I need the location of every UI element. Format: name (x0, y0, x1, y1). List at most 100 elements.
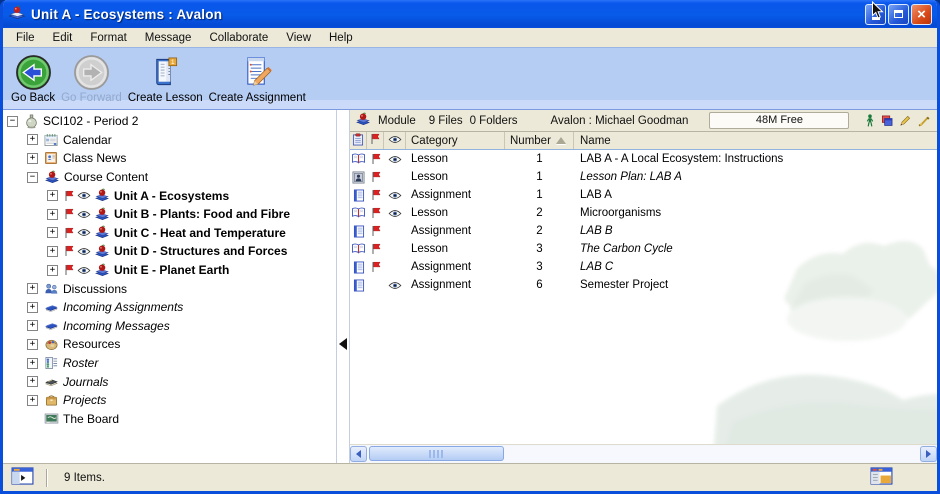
module-label: Module (378, 115, 416, 127)
cascade-windows-icon[interactable] (880, 115, 893, 127)
tree-item-course-content[interactable]: −Course Content (3, 168, 336, 187)
table-row[interactable]: Lesson1LAB A - A Local Ecosystem: Instru… (350, 150, 937, 168)
scrollbar-track[interactable] (367, 446, 920, 462)
column-number[interactable]: Number (505, 132, 574, 149)
tree-item-unit-d-structures-and-forces[interactable]: + Unit D - Structures and Forces (3, 242, 336, 261)
column-eye[interactable] (384, 132, 406, 149)
tree-item-the-board[interactable]: The Board (3, 410, 336, 429)
expand-box[interactable]: + (27, 134, 38, 145)
expand-box[interactable]: + (47, 227, 58, 238)
menu-view[interactable]: View (277, 31, 320, 45)
menu-file[interactable]: File (7, 31, 44, 45)
create-assignment-label: Create Assignment (209, 92, 306, 104)
horizontal-scrollbar[interactable] (350, 444, 937, 463)
tree-item-unit-e-planet-earth[interactable]: +Unit E - Planet Earth (3, 261, 336, 280)
create-assignment-button[interactable]: Create Assignment (206, 52, 309, 104)
module-header-bar: Module 9 Files 0 Folders Avalon : Michae… (350, 110, 937, 132)
expand-box[interactable]: + (27, 376, 38, 387)
expand-box[interactable]: + (47, 190, 58, 201)
tree-item-unit-a-ecosystems[interactable]: +Unit A - Ecosystems (3, 186, 336, 205)
tree-item-label: Resources (63, 337, 120, 351)
tree-item-unit-c-heat-and-temperature[interactable]: +Unit C - Heat and Temperature (3, 224, 336, 243)
menu-message[interactable]: Message (136, 31, 201, 45)
row-number: 3 (505, 258, 574, 276)
class-news-icon (44, 151, 59, 165)
list-column-header: Category Number Name (350, 132, 937, 150)
tree-item-projects[interactable]: +Projects (3, 391, 336, 410)
scroll-right-arrow-icon (926, 450, 931, 458)
course-books-icon (44, 170, 60, 185)
clipboard-icon (352, 133, 364, 149)
main-content: −SCI102 - Period 2+Calendar+Class News−C… (3, 109, 937, 463)
window-layout-button[interactable] (870, 467, 893, 488)
column-item-type[interactable] (350, 132, 367, 149)
assignment-pad-icon (353, 225, 365, 238)
column-name[interactable]: Name (574, 132, 937, 149)
flask-icon (24, 114, 39, 129)
tree-item-roster[interactable]: +Roster (3, 354, 336, 373)
expand-box[interactable]: + (27, 395, 38, 406)
scrollbar-thumb[interactable] (369, 446, 504, 461)
table-row[interactable]: Lesson3The Carbon Cycle (350, 240, 937, 258)
row-category: Lesson (406, 204, 505, 222)
expand-box[interactable]: + (27, 320, 38, 331)
close-button[interactable]: × (911, 4, 932, 25)
flag-icon (370, 133, 380, 148)
tree-item-journals[interactable]: +Journals (3, 372, 336, 391)
tree-item-discussions[interactable]: + Discussions (3, 279, 336, 298)
lesson-open-book-icon (351, 243, 366, 255)
tree-item-label: Unit D - Structures and Forces (114, 244, 287, 258)
course-books-icon (94, 225, 110, 240)
expand-box[interactable]: + (47, 209, 58, 220)
expand-box[interactable]: + (27, 283, 38, 294)
row-name: Lesson Plan: LAB A (574, 168, 937, 186)
tree-item-class-news[interactable]: +Class News (3, 149, 336, 168)
panel-splitter[interactable] (337, 110, 349, 463)
table-row[interactable]: Assignment3LAB C (350, 258, 937, 276)
tree-item-incoming-assignments[interactable]: +Incoming Assignments (3, 298, 336, 317)
row-number: 1 (505, 186, 574, 204)
collapse-box[interactable]: − (7, 116, 18, 127)
column-category[interactable]: Category (406, 132, 505, 149)
file-list: Lesson1LAB A - A Local Ecosystem: Instru… (350, 150, 937, 444)
tree-item-label: Discussions (63, 282, 127, 296)
expand-box[interactable]: + (27, 153, 38, 164)
toggle-tree-panel-button[interactable] (11, 467, 34, 488)
expand-box[interactable]: + (27, 302, 38, 313)
table-row[interactable]: Lesson2Microorganisms (350, 204, 937, 222)
table-row[interactable]: Assignment1LAB A (350, 186, 937, 204)
create-lesson-button[interactable]: 1Create Lesson (125, 52, 206, 104)
table-row[interactable]: Lesson1Lesson Plan: LAB A (350, 168, 937, 186)
flag-icon (371, 225, 381, 237)
tree-item-sci102-period-2[interactable]: −SCI102 - Period 2 (3, 112, 336, 131)
menu-collaborate[interactable]: Collaborate (200, 31, 277, 45)
expand-box[interactable]: + (27, 339, 38, 350)
go-back-button[interactable]: Go Back (8, 52, 58, 104)
scroll-left-button[interactable] (350, 446, 367, 462)
menu-format[interactable]: Format (81, 31, 135, 45)
menu-help[interactable]: Help (320, 31, 362, 45)
table-row[interactable]: Assignment2LAB B (350, 222, 937, 240)
expand-box[interactable]: + (27, 358, 38, 369)
minimize-button[interactable] (865, 4, 886, 25)
tree-item-incoming-messages[interactable]: +Incoming Messages (3, 317, 336, 336)
go-forward-button[interactable]: Go Forward (58, 52, 125, 104)
collapse-box[interactable]: − (27, 172, 38, 183)
maximize-button[interactable] (888, 4, 909, 25)
tree-item-resources[interactable]: + Resources (3, 335, 336, 354)
expand-box[interactable]: + (47, 246, 58, 257)
flag-icon (64, 208, 74, 220)
scroll-right-button[interactable] (920, 446, 937, 462)
pencil-icon[interactable] (899, 115, 911, 127)
menu-edit[interactable]: Edit (44, 31, 82, 45)
tree-item-calendar[interactable]: +Calendar (3, 131, 336, 150)
signature-pen-icon[interactable] (917, 115, 930, 127)
person-icon[interactable] (866, 114, 874, 127)
table-row[interactable]: Assignment6Semester Project (350, 276, 937, 294)
expand-box[interactable]: + (47, 265, 58, 276)
tree-item-unit-b-plants-food-and-fibre[interactable]: +Unit B - Plants: Food and Fibre (3, 205, 336, 224)
discussions-icon (44, 282, 59, 296)
collapse-left-arrow-icon[interactable] (339, 338, 347, 350)
column-flag[interactable] (367, 132, 384, 149)
items-count-text: 9 Items. (64, 472, 105, 484)
